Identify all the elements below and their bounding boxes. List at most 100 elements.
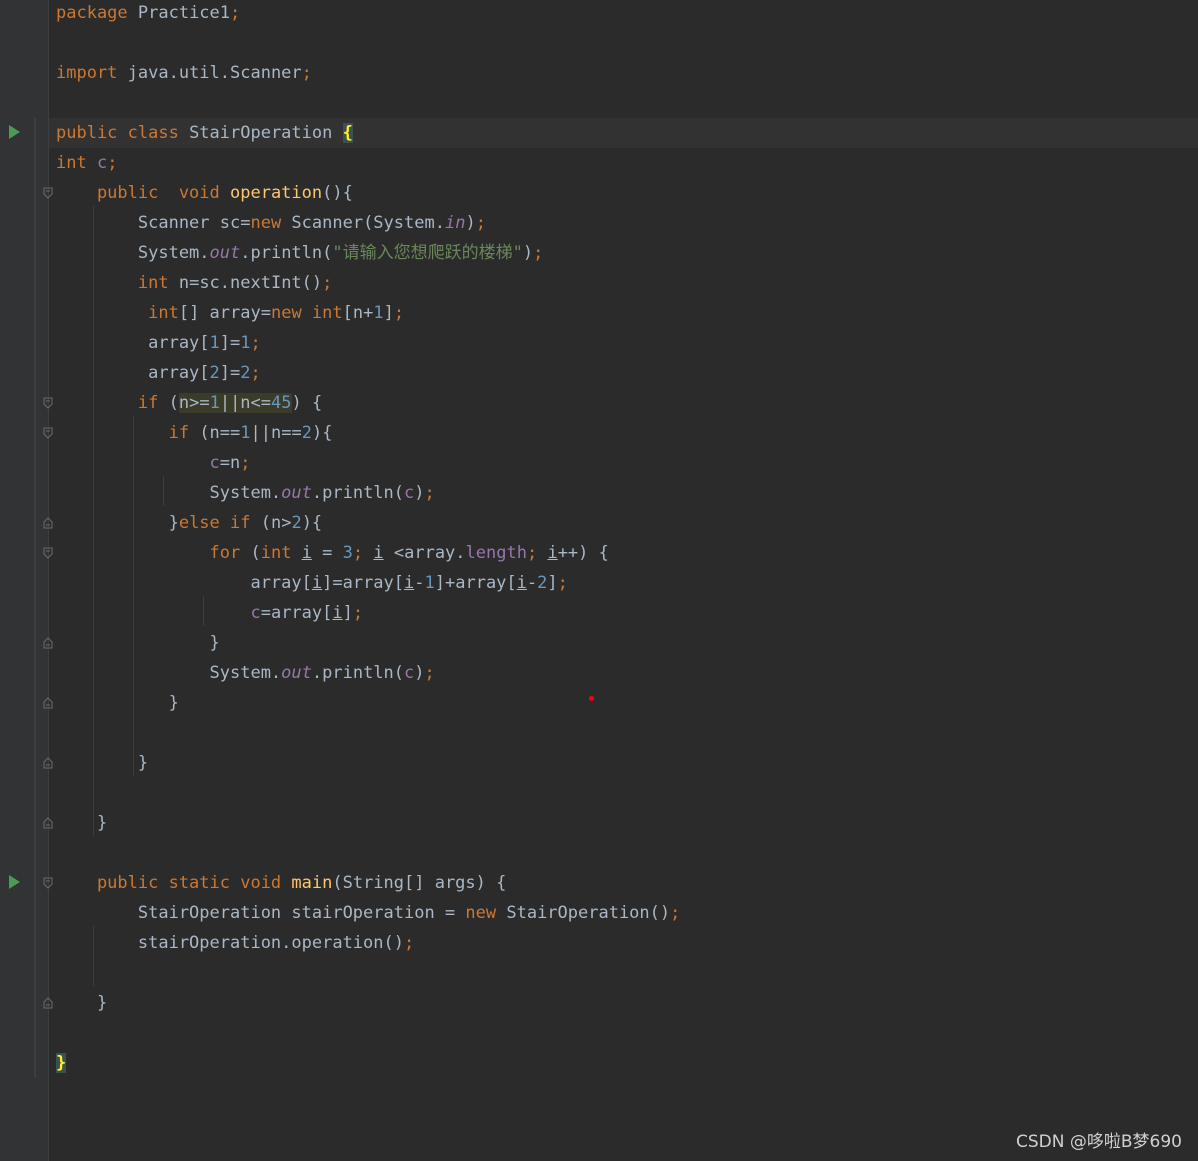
code-token: ]=: [219, 333, 241, 353]
code-line[interactable]: StairOperation stairOperation = new Stai…: [49, 898, 1198, 928]
fold-close-icon[interactable]: [43, 517, 53, 529]
fold-open-icon[interactable]: [43, 547, 53, 559]
code-line[interactable]: public class StairOperation {: [49, 118, 1198, 148]
code-line-text: array[1]=1;: [56, 328, 261, 358]
code-token: }: [56, 1053, 67, 1073]
code-line[interactable]: if (n>=1||n<=45) {: [49, 388, 1198, 418]
code-line[interactable]: array[2]=2;: [49, 358, 1198, 388]
code-token: ;: [526, 543, 548, 563]
code-line[interactable]: int n=sc.nextInt();: [49, 268, 1198, 298]
code-line[interactable]: [49, 958, 1198, 988]
code-token: ;: [393, 303, 405, 323]
code-token: 2: [301, 423, 312, 443]
code-line[interactable]: }: [49, 988, 1198, 1018]
code-line[interactable]: public void operation(){: [49, 178, 1198, 208]
code-line[interactable]: stairOperation.operation();: [49, 928, 1198, 958]
code-token: System.: [56, 663, 282, 683]
code-line[interactable]: int c;: [49, 148, 1198, 178]
code-token: in: [444, 213, 466, 233]
fold-open-icon[interactable]: [43, 877, 53, 889]
code-line[interactable]: int[] array=new int[n+1];: [49, 298, 1198, 328]
code-line[interactable]: [49, 88, 1198, 118]
code-line[interactable]: c=array[i];: [49, 598, 1198, 628]
code-token: array[: [56, 333, 210, 353]
code-token: int: [148, 303, 179, 323]
code-line[interactable]: [49, 838, 1198, 868]
code-line[interactable]: }: [49, 748, 1198, 778]
fold-close-icon[interactable]: [43, 817, 53, 829]
code-line[interactable]: System.out.println(c);: [49, 658, 1198, 688]
code-token: out: [281, 483, 312, 503]
code-line[interactable]: }: [49, 628, 1198, 658]
code-token: for: [209, 543, 251, 563]
code-line[interactable]: }: [49, 1048, 1198, 1078]
fold-close-icon[interactable]: [43, 637, 53, 649]
run-main-icon[interactable]: [9, 875, 20, 889]
code-token: }: [56, 993, 108, 1013]
code-line[interactable]: }: [49, 808, 1198, 838]
code-line[interactable]: System.out.println("请输入您想爬跃的楼梯");: [49, 238, 1198, 268]
code-token: ]: [383, 303, 394, 323]
code-token: <array.: [383, 543, 466, 563]
code-line-text: package Practice1;: [56, 0, 240, 28]
code-line-text: public void operation(){: [56, 178, 353, 208]
code-token: Practice1: [137, 3, 231, 23]
fold-close-icon[interactable]: [43, 757, 53, 769]
fold-close-icon[interactable]: [43, 697, 53, 709]
code-line[interactable]: [49, 718, 1198, 748]
code-line[interactable]: if (n==1||n==2){: [49, 418, 1198, 448]
code-line-text: }: [56, 988, 107, 1018]
fold-close-icon[interactable]: [43, 997, 53, 1009]
code-token: ;: [352, 603, 364, 623]
code-token: }: [56, 693, 179, 713]
code-line[interactable]: package Practice1;: [49, 0, 1198, 28]
code-line[interactable]: import java.util.Scanner;: [49, 58, 1198, 88]
code-line-text: public static void main(String[] args) {: [56, 868, 506, 898]
code-token: i: [516, 573, 527, 593]
code-line[interactable]: [49, 1018, 1198, 1048]
code-line[interactable]: for (int i = 3; i <array.length; i++) {: [49, 538, 1198, 568]
code-token: ;: [107, 153, 118, 173]
code-token: ;: [475, 213, 486, 233]
code-line[interactable]: [49, 28, 1198, 58]
code-line[interactable]: public static void main(String[] args) {: [49, 868, 1198, 898]
code-token: array[: [56, 573, 312, 593]
fold-open-icon[interactable]: [43, 427, 53, 439]
code-token: }: [56, 813, 108, 833]
code-line-text: }: [56, 808, 107, 838]
code-line[interactable]: Scanner sc=new Scanner(System.in);: [49, 208, 1198, 238]
code-line[interactable]: }else if (n>2){: [49, 508, 1198, 538]
code-editor[interactable]: package Practice1; import java.util.Scann…: [49, 0, 1198, 1161]
code-token: java.util.Scanner: [127, 63, 302, 83]
code-token: -: [526, 573, 538, 593]
code-line[interactable]: array[i]=array[i-1]+array[i-2];: [49, 568, 1198, 598]
code-token: 2: [537, 573, 548, 593]
code-token: 45: [271, 393, 292, 413]
code-token: (: [168, 393, 179, 413]
code-token: c: [96, 153, 108, 173]
run-class-icon[interactable]: [9, 125, 20, 139]
code-line[interactable]: array[1]=1;: [49, 328, 1198, 358]
code-line[interactable]: c=n;: [49, 448, 1198, 478]
watermark: CSDN @哆啦B梦690: [1016, 1132, 1182, 1152]
code-token: "请输入您想爬跃的楼梯": [332, 243, 523, 263]
code-token: ;: [404, 933, 415, 953]
fold-open-icon[interactable]: [43, 397, 53, 409]
code-line-text: Scanner sc=new Scanner(System.in);: [56, 208, 486, 238]
code-token: [] array=: [178, 303, 271, 323]
code-token: ): [414, 483, 425, 503]
code-token: ){: [301, 513, 323, 533]
code-token: StairOperation(): [506, 903, 671, 923]
code-line-text: stairOperation.operation();: [56, 928, 414, 958]
code-line-text: import java.util.Scanner;: [56, 58, 312, 88]
code-token: 2: [291, 513, 302, 533]
code-line[interactable]: }: [49, 688, 1198, 718]
code-line[interactable]: System.out.println(c);: [49, 478, 1198, 508]
fold-open-icon[interactable]: [43, 187, 53, 199]
code-token: =array[: [260, 603, 333, 623]
code-line[interactable]: [49, 778, 1198, 808]
code-token: out: [281, 663, 312, 683]
